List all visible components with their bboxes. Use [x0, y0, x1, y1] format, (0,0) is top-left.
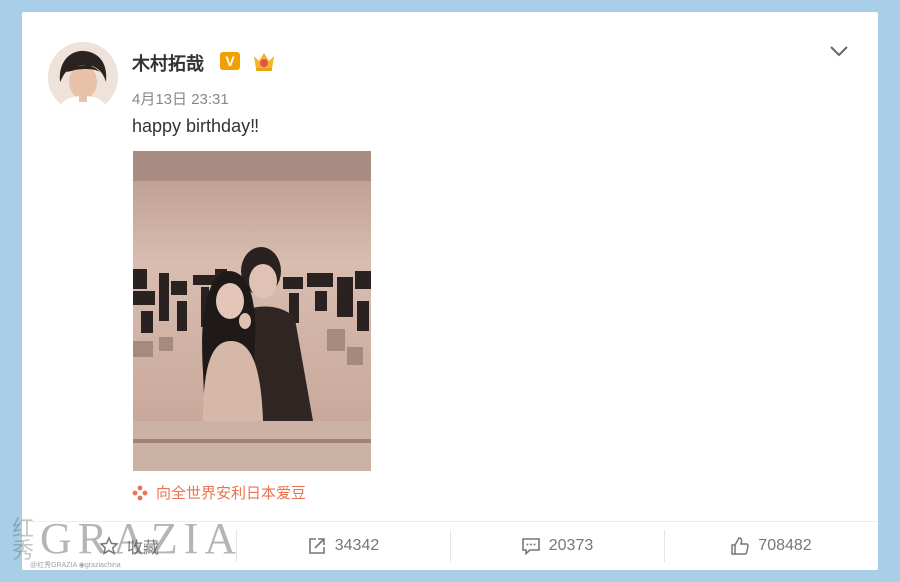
repost-icon — [308, 538, 325, 554]
like-count: 708482 — [758, 537, 812, 554]
crown-badge-icon — [252, 50, 276, 72]
username[interactable]: 木村拓哉 — [132, 50, 204, 76]
weibo-post-card: 木村拓哉 V 4月13日 23:31 happy birthday‼ 向全世界安… — [22, 12, 878, 570]
post-source[interactable]: 向全世界安利日本爱豆 — [132, 482, 306, 503]
avatar[interactable] — [48, 42, 118, 112]
comment-icon — [521, 538, 540, 556]
thumbs-up-icon — [731, 537, 750, 555]
repost-count: 34342 — [334, 537, 380, 554]
watermark-logo: GRAZIA — [40, 514, 243, 563]
post-text: happy birthday‼ — [132, 116, 260, 136]
verified-badge-icon: V — [220, 52, 240, 70]
post-timestamp[interactable]: 4月13日 23:31 — [132, 88, 229, 109]
flower-icon — [132, 485, 148, 500]
repost-button[interactable]: 34342 — [236, 522, 450, 570]
comment-count: 20373 — [548, 537, 594, 554]
watermark-chinese: 红秀 — [12, 516, 35, 563]
avatar-image — [48, 42, 118, 112]
watermark-caption: @红秀GRAZIA ◉graziachina — [30, 562, 121, 569]
comment-button[interactable]: 20373 — [450, 522, 664, 570]
post-photo[interactable] — [133, 151, 371, 471]
source-label: 向全世界安利日本爱豆 — [156, 485, 307, 502]
chevron-down-icon[interactable] — [828, 40, 850, 62]
like-button[interactable]: 708482 — [664, 522, 878, 570]
